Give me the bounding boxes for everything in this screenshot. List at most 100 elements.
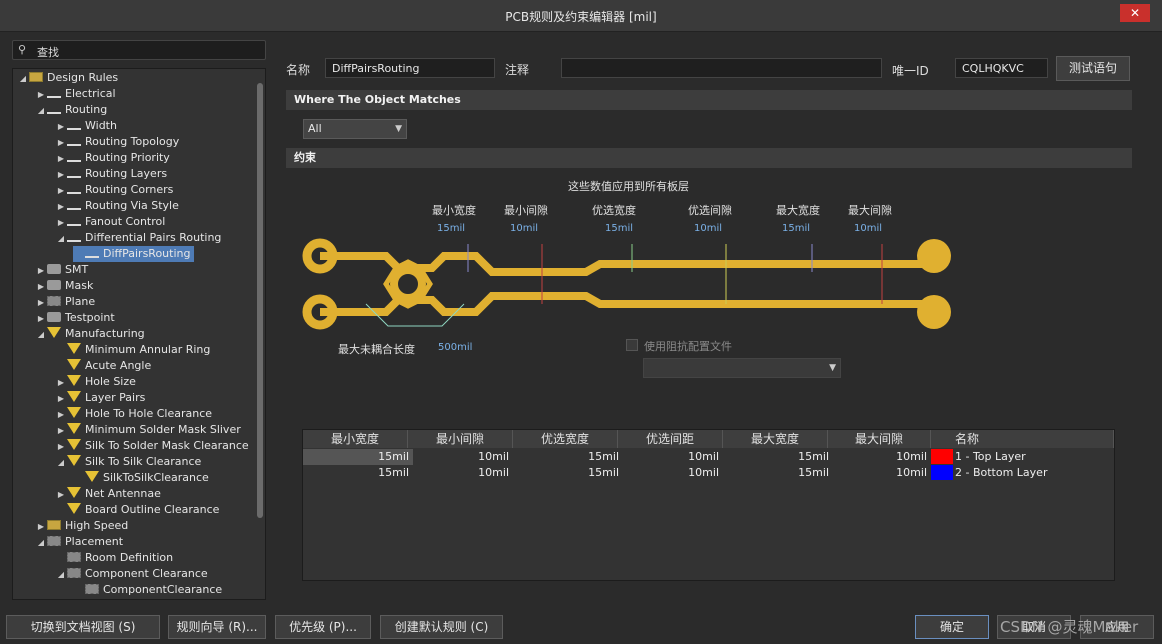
tree-scrollbar[interactable] (256, 71, 264, 599)
grid-cell[interactable]: 15mil (723, 465, 833, 481)
grid-col-min-gap[interactable]: 最小间隙 (408, 430, 513, 448)
tree-item[interactable]: DiffPairsRouting (73, 246, 195, 262)
expand-closed-icon[interactable]: ▶ (35, 87, 47, 103)
expand-open-icon[interactable]: ◢ (35, 103, 47, 119)
tree-item[interactable]: ▶ High Speed (35, 518, 128, 534)
tree-item[interactable]: ◢ Silk To Silk Clearance (55, 454, 201, 470)
expand-open-icon[interactable]: ◢ (35, 327, 47, 343)
grid-col-min-width[interactable]: 最小宽度 (303, 430, 408, 448)
uncoupled-value[interactable]: 500mil (438, 342, 472, 353)
search-input[interactable]: ⚲ 查找 (12, 40, 266, 60)
close-button[interactable]: ✕ (1120, 4, 1150, 22)
grid-layer-name[interactable]: 2 - Bottom Layer (955, 465, 1105, 481)
impedance-checkbox[interactable] (626, 339, 638, 351)
tree-item[interactable]: ▶ Testpoint (35, 310, 115, 326)
tree-item[interactable]: ComponentClearance (73, 582, 222, 598)
tree-item[interactable]: ▶ Net Antennae (55, 486, 161, 502)
grid-col-pref-width[interactable]: 优选宽度 (513, 430, 618, 448)
test-query-button[interactable]: 测试语句 (1056, 56, 1130, 81)
uid-field[interactable]: CQLHQKVC (955, 58, 1048, 78)
expand-closed-icon[interactable]: ▶ (55, 183, 67, 199)
expand-closed-icon[interactable]: ▶ (55, 199, 67, 215)
tree-item[interactable]: ▶ Routing Corners (55, 182, 173, 198)
expand-closed-icon[interactable]: ▶ (55, 439, 67, 455)
create-default-rules-button[interactable]: 创建默认规则 (C) (380, 615, 503, 639)
rule-tree[interactable]: ◢ Design Rules ▶ Electrical ◢ Routing ▶ Width ▶ R… (12, 68, 266, 600)
priority-button[interactable]: 优先级 (P)... (275, 615, 371, 639)
expand-closed-icon[interactable]: ▶ (55, 423, 67, 439)
expand-closed-icon[interactable]: ▶ (55, 391, 67, 407)
rule-wizard-button[interactable]: 规则向导 (R)... (168, 615, 266, 639)
tree-item[interactable]: Acute Angle (55, 358, 151, 374)
grid-cell[interactable]: 15mil (303, 449, 413, 465)
tree-item[interactable]: ▶ Layer Pairs (55, 390, 145, 406)
ok-button[interactable]: 确定 (915, 615, 989, 639)
grid-layer-name[interactable]: 1 - Top Layer (955, 449, 1105, 465)
tree-item[interactable]: ▶ Width (55, 118, 117, 134)
tree-item[interactable]: Minimum Annular Ring (55, 342, 210, 358)
expand-open-icon[interactable]: ◢ (17, 71, 29, 87)
expand-open-icon[interactable]: ◢ (55, 567, 67, 583)
grid-cell[interactable]: 10mil (623, 449, 723, 465)
tree-item[interactable]: ◢ Routing (35, 102, 107, 118)
tree-item[interactable]: ◢ Placement (35, 534, 123, 550)
expand-closed-icon[interactable]: ▶ (55, 151, 67, 167)
expand-closed-icon[interactable]: ▶ (55, 119, 67, 135)
grid-cell[interactable]: 10mil (833, 449, 931, 465)
grid-cell[interactable]: 15mil (513, 465, 623, 481)
expand-closed-icon[interactable]: ▶ (35, 279, 47, 295)
grid-cell[interactable]: 15mil (513, 449, 623, 465)
expand-closed-icon[interactable]: ▶ (35, 311, 47, 327)
grid-col-pref-gap[interactable]: 优选间距 (618, 430, 723, 448)
grid-cell[interactable]: 15mil (303, 465, 413, 481)
expand-closed-icon[interactable]: ▶ (55, 375, 67, 391)
expand-closed-icon[interactable]: ▶ (55, 167, 67, 183)
grid-col-max-width[interactable]: 最大宽度 (723, 430, 828, 448)
grid-cell[interactable]: 10mil (833, 465, 931, 481)
expand-closed-icon[interactable]: ▶ (35, 295, 47, 311)
tree-item[interactable]: ▶ Routing Layers (55, 166, 167, 182)
tree-item[interactable]: ▶ Routing Via Style (55, 198, 179, 214)
tree-item[interactable]: ▶ Minimum Solder Mask Sliver (55, 422, 241, 438)
tree-item[interactable]: ▶ Electrical (35, 86, 116, 102)
tree-item[interactable]: ◢ Component Clearance (55, 566, 208, 582)
tree-item[interactable]: ▶ Hole To Hole Clearance (55, 406, 212, 422)
tree-item[interactable]: Board Outline Clearance (55, 502, 219, 518)
tree-scrollbar-thumb[interactable] (257, 83, 263, 518)
tree-item[interactable]: ◢ Manufacturing (35, 326, 145, 342)
expand-closed-icon[interactable]: ▶ (35, 263, 47, 279)
where-combo[interactable]: All ▼ (303, 119, 407, 139)
tree-item[interactable]: ▶ Routing Priority (55, 150, 170, 166)
tree-item-label: Board Outline Clearance (85, 503, 220, 516)
impedance-combo[interactable]: ▼ (643, 358, 841, 378)
expand-open-icon[interactable]: ◢ (55, 231, 67, 247)
tree-item[interactable]: ◢ Differential Pairs Routing (55, 230, 222, 247)
expand-closed-icon[interactable]: ▶ (55, 407, 67, 423)
grid-col-max-gap[interactable]: 最大间隙 (828, 430, 931, 448)
expand-open-icon[interactable]: ◢ (35, 535, 47, 551)
expand-closed-icon[interactable]: ▶ (55, 135, 67, 151)
grid-col-name[interactable]: 名称 (931, 430, 1114, 448)
grid-cell[interactable]: 10mil (623, 465, 723, 481)
name-field[interactable]: DiffPairsRouting (325, 58, 495, 78)
tree-item[interactable]: ▶ Plane (35, 294, 95, 310)
tree-item[interactable]: SilkToSilkClearance (73, 470, 209, 486)
grid-cell[interactable]: 15mil (723, 449, 833, 465)
tree-item[interactable]: ▶ Fanout Control (55, 214, 165, 230)
comment-field[interactable] (561, 58, 882, 78)
expand-closed-icon[interactable]: ▶ (35, 519, 47, 535)
tree-item[interactable]: ▶ SMT (35, 262, 88, 278)
tree-item[interactable]: ▶ Silk To Solder Mask Clearance (55, 438, 249, 454)
grid-cell[interactable]: 10mil (413, 465, 513, 481)
rule-category-icon (67, 219, 81, 226)
expand-closed-icon[interactable]: ▶ (55, 487, 67, 503)
tree-item[interactable]: ◢ Design Rules (17, 70, 118, 86)
doc-view-button[interactable]: 切换到文档视图 (S) (6, 615, 160, 639)
tree-item[interactable]: ▶ Hole Size (55, 374, 136, 390)
tree-item[interactable]: ▶ Mask (35, 278, 93, 294)
tree-item[interactable]: ▶ Routing Topology (55, 134, 179, 150)
expand-open-icon[interactable]: ◢ (55, 455, 67, 471)
tree-item[interactable]: Room Definition (55, 550, 173, 566)
grid-cell[interactable]: 10mil (413, 449, 513, 465)
expand-closed-icon[interactable]: ▶ (55, 215, 67, 231)
